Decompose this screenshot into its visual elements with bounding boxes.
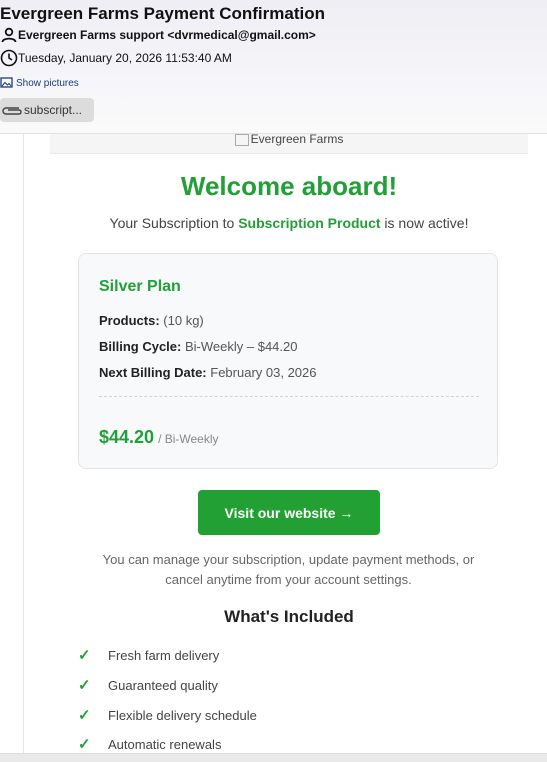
plan-name: Silver Plan [99,278,181,295]
products-value: (10 kg) [163,313,204,328]
logo-banner: Evergreen Farms [50,134,528,154]
plan-card: Silver Plan Products: (10 kg) Billing Cy… [78,253,498,469]
price-period: / Bi-Weekly [158,432,219,446]
feature-label: Flexible delivery schedule [108,707,257,723]
billing-cycle-label: Billing Cycle: [99,339,182,354]
broken-image-icon [234,134,249,146]
sender-name: Evergreen Farms support <dvrmedical@gmai… [18,28,316,42]
checkmark-icon: ✓ [78,677,91,694]
paperclip-icon [2,107,22,115]
email-subject: Evergreen Farms Payment Confirmation [0,4,325,23]
feature-label: Automatic renewals [108,736,222,752]
person-icon [1,27,17,43]
clock-icon [0,49,18,67]
status-prefix: Your Subscription to [109,215,239,231]
show-pictures-link[interactable]: Show pictures [0,77,79,89]
next-billing-value: February 03, 2026 [210,365,317,380]
next-billing-label: Next Billing Date: [99,365,207,380]
checkmark-icon: ✓ [78,736,91,753]
status-suffix: is now active! [380,215,469,231]
product-name: Subscription Product [238,215,381,231]
visit-website-button[interactable]: Visit our website → [198,490,380,535]
feature-label: Fresh farm delivery [108,647,220,663]
manage-subscription-text: You can manage your subscription, update… [102,552,475,587]
show-pictures-label[interactable]: Show pictures [16,78,79,89]
subscription-status-text: Your Subscription to Subscription Produc… [50,215,528,231]
card-divider [99,396,479,397]
billing-cycle-row: Billing Cycle: Bi-Weekly – $44.20 [99,339,297,354]
feature-label: Guaranteed quality [108,677,218,693]
checkmark-icon: ✓ [78,647,91,664]
included-title: What's Included [224,607,354,626]
email-date: Tuesday, January 20, 2026 11:53:40 AM [18,51,232,65]
logo-alt-text: Evergreen Farms [250,134,344,147]
email-header: Evergreen Farms Payment Confirmation Eve… [0,0,547,134]
sender-row: Evergreen Farms support <dvrmedical@gmai… [0,26,316,44]
feature-item: ✓ Automatic renewals [78,735,221,753]
next-billing-row: Next Billing Date: February 03, 2026 [99,365,316,380]
feature-item: ✓ Guaranteed quality [78,676,218,694]
content-border [23,134,24,761]
billing-cycle-value: Bi-Weekly – $44.20 [184,339,298,354]
feature-item: ✓ Flexible delivery schedule [78,706,257,724]
products-label: Products: [99,313,160,328]
price-row: $44.20/ Bi-Weekly [99,427,219,448]
date-row: Tuesday, January 20, 2026 11:53:40 AM [0,49,232,67]
price-amount: $44.20 [99,427,155,447]
image-icon [0,77,13,88]
checkmark-icon: ✓ [78,707,91,724]
welcome-title: Welcome aboard! [180,171,398,201]
products-row: Products: (10 kg) [99,313,204,328]
feature-item: ✓ Fresh farm delivery [78,646,219,664]
attachment-name[interactable]: subscript... [24,103,82,117]
attachment-chip[interactable]: subscript... [0,98,94,122]
